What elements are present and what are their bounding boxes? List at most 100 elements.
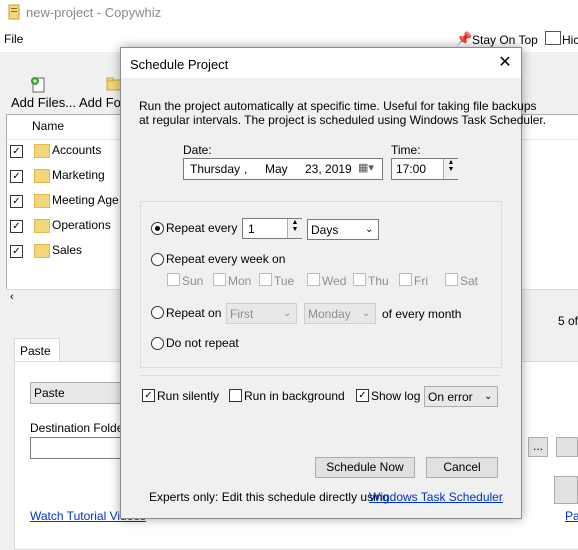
schedule-dialog: Schedule Project ✕ Run the project autom… bbox=[120, 47, 546, 519]
repeat-every-spinner[interactable]: ▲ ▼ bbox=[287, 219, 302, 238]
dialog-description-1: Run the project automatically at specifi… bbox=[139, 99, 537, 113]
weekday-label-tue: Tue bbox=[274, 274, 295, 288]
weekday-label-sat: Sat bbox=[460, 274, 479, 288]
folder-icon bbox=[34, 169, 50, 183]
weekday-label-mon: Mon bbox=[228, 274, 252, 288]
repeat-on-day-value: Monday bbox=[308, 307, 351, 321]
weekday-checkbox-wed[interactable] bbox=[307, 273, 320, 286]
date-year: 23, 2019 bbox=[305, 162, 352, 176]
time-input[interactable]: 17:00 ▲ ▼ bbox=[391, 158, 458, 180]
cancel-button[interactable]: Cancel bbox=[426, 457, 498, 478]
scroll-left-icon[interactable]: ‹ bbox=[10, 291, 14, 303]
divider bbox=[140, 375, 500, 376]
add-folder-button[interactable]: Add Fol bbox=[79, 95, 124, 110]
chevron-down-icon: ⌄ bbox=[484, 391, 493, 402]
paste-mode-value: Paste bbox=[34, 386, 65, 400]
row-checkbox[interactable]: ✓ bbox=[10, 245, 23, 258]
run-silently-checkbox[interactable]: ✓ bbox=[142, 389, 155, 402]
time-spinner[interactable]: ▲ ▼ bbox=[443, 159, 458, 179]
repeat-every-radio[interactable] bbox=[151, 222, 164, 235]
date-label: Date: bbox=[183, 143, 212, 157]
chevron-down-icon: ⌄ bbox=[362, 308, 371, 319]
task-scheduler-link[interactable]: Windows Task Scheduler bbox=[369, 490, 503, 504]
date-picker[interactable]: Thursday , May 23, 2019 ▦▾ bbox=[183, 158, 383, 180]
dialog-title: Schedule Project bbox=[130, 57, 229, 72]
item-count: 5 of bbox=[558, 314, 578, 328]
repeat-on-label: Repeat on bbox=[166, 306, 222, 320]
row-checkbox[interactable]: ✓ bbox=[10, 170, 23, 183]
menu-file[interactable]: File bbox=[4, 32, 23, 46]
weekday-checkbox-tue[interactable] bbox=[259, 273, 272, 286]
run-in-background-checkbox[interactable] bbox=[229, 389, 242, 402]
weekday-label-sun: Sun bbox=[182, 274, 204, 288]
time-value: 17:00 bbox=[396, 162, 427, 176]
app-title: new-project - Copywhiz bbox=[26, 5, 162, 20]
app-titlebar: new-project - Copywhiz bbox=[0, 0, 578, 26]
of-every-month-label: of every month bbox=[382, 307, 462, 321]
weekday-checkbox-sun[interactable] bbox=[167, 273, 180, 286]
folder-icon bbox=[34, 219, 50, 233]
repeat-on-ordinal-select[interactable]: First ⌄ bbox=[226, 303, 297, 324]
dialog-titlebar: Schedule Project ✕ bbox=[121, 48, 521, 78]
show-log-checkbox[interactable]: ✓ bbox=[356, 389, 369, 402]
tab-paste-label: Paste bbox=[20, 344, 51, 358]
repeat-every-value: 1 bbox=[248, 222, 255, 236]
experts-text: Experts only: Edit this schedule directl… bbox=[149, 490, 390, 504]
row-checkbox[interactable]: ✓ bbox=[10, 195, 23, 208]
weekday-label-wed: Wed bbox=[322, 274, 347, 288]
repeat-on-ordinal-value: First bbox=[230, 307, 254, 321]
row-name: Meeting Age bbox=[52, 193, 119, 207]
log-option-select[interactable]: On error ⌄ bbox=[424, 386, 498, 407]
run-in-background-label: Run in background bbox=[244, 389, 345, 403]
date-sep: , bbox=[244, 162, 248, 176]
menu-help[interactable]: Hic bbox=[562, 33, 578, 47]
tab-paste[interactable]: Paste bbox=[14, 338, 60, 363]
run-silently-label: Run silently bbox=[157, 389, 220, 403]
repeat-every-label: Repeat every bbox=[166, 221, 238, 235]
app-icon bbox=[8, 4, 20, 20]
schedule-now-button[interactable]: Schedule Now bbox=[315, 457, 415, 478]
calendar-icon[interactable]: ▦▾ bbox=[358, 161, 374, 174]
folder-icon bbox=[34, 194, 50, 208]
row-name: Accounts bbox=[52, 143, 102, 157]
row-name: Sales bbox=[52, 243, 83, 257]
side-button-2[interactable] bbox=[554, 476, 578, 504]
window-icon bbox=[545, 31, 561, 45]
dialog-description-2: at regular intervals. The project is sch… bbox=[139, 113, 547, 127]
repeat-on-radio[interactable] bbox=[151, 306, 164, 319]
weekday-checkbox-mon[interactable] bbox=[213, 273, 226, 286]
destination-input[interactable] bbox=[30, 437, 132, 459]
repeat-unit-select[interactable]: Days ⌄ bbox=[307, 219, 379, 240]
folder-icon bbox=[34, 244, 50, 258]
pin-icon: 📌 bbox=[456, 31, 473, 46]
paste-mode-select[interactable]: Paste bbox=[30, 382, 132, 404]
weekday-label-thu: Thu bbox=[368, 274, 389, 288]
row-checkbox[interactable]: ✓ bbox=[10, 145, 23, 158]
weekday-checkbox-thu[interactable] bbox=[353, 273, 366, 286]
stay-on-top-button[interactable]: Stay On Top bbox=[472, 33, 538, 47]
pa-link[interactable]: Pa bbox=[565, 509, 578, 523]
repeat-on-day-select[interactable]: Monday ⌄ bbox=[304, 303, 376, 324]
repeat-every-input[interactable]: 1 ▲ ▼ bbox=[242, 218, 302, 239]
date-month: May bbox=[265, 162, 288, 176]
destination-label: Destination Folders bbox=[30, 421, 134, 435]
repeat-week-radio[interactable] bbox=[151, 253, 164, 266]
row-name: Operations bbox=[52, 218, 111, 232]
weekday-checkbox-fri[interactable] bbox=[399, 273, 412, 286]
column-header-name[interactable]: Name bbox=[32, 119, 64, 133]
folder-icon bbox=[34, 144, 50, 158]
weekday-label-fri: Fri bbox=[414, 274, 428, 288]
side-button[interactable] bbox=[556, 437, 578, 457]
do-not-repeat-radio[interactable] bbox=[151, 337, 164, 350]
browse-button[interactable]: ... bbox=[528, 437, 548, 457]
log-option-value: On error bbox=[428, 390, 473, 404]
weekday-checkbox-sat[interactable] bbox=[445, 273, 458, 286]
date-day: Thursday bbox=[190, 162, 241, 176]
row-checkbox[interactable]: ✓ bbox=[10, 220, 23, 233]
repeat-unit-value: Days bbox=[311, 223, 339, 237]
close-icon[interactable]: ✕ bbox=[493, 51, 517, 75]
add-files-button[interactable]: Add Files... bbox=[11, 95, 76, 110]
add-files-icon bbox=[31, 77, 45, 93]
chevron-down-icon: ⌄ bbox=[365, 224, 374, 235]
repeat-week-label: Repeat every week on bbox=[166, 252, 286, 266]
